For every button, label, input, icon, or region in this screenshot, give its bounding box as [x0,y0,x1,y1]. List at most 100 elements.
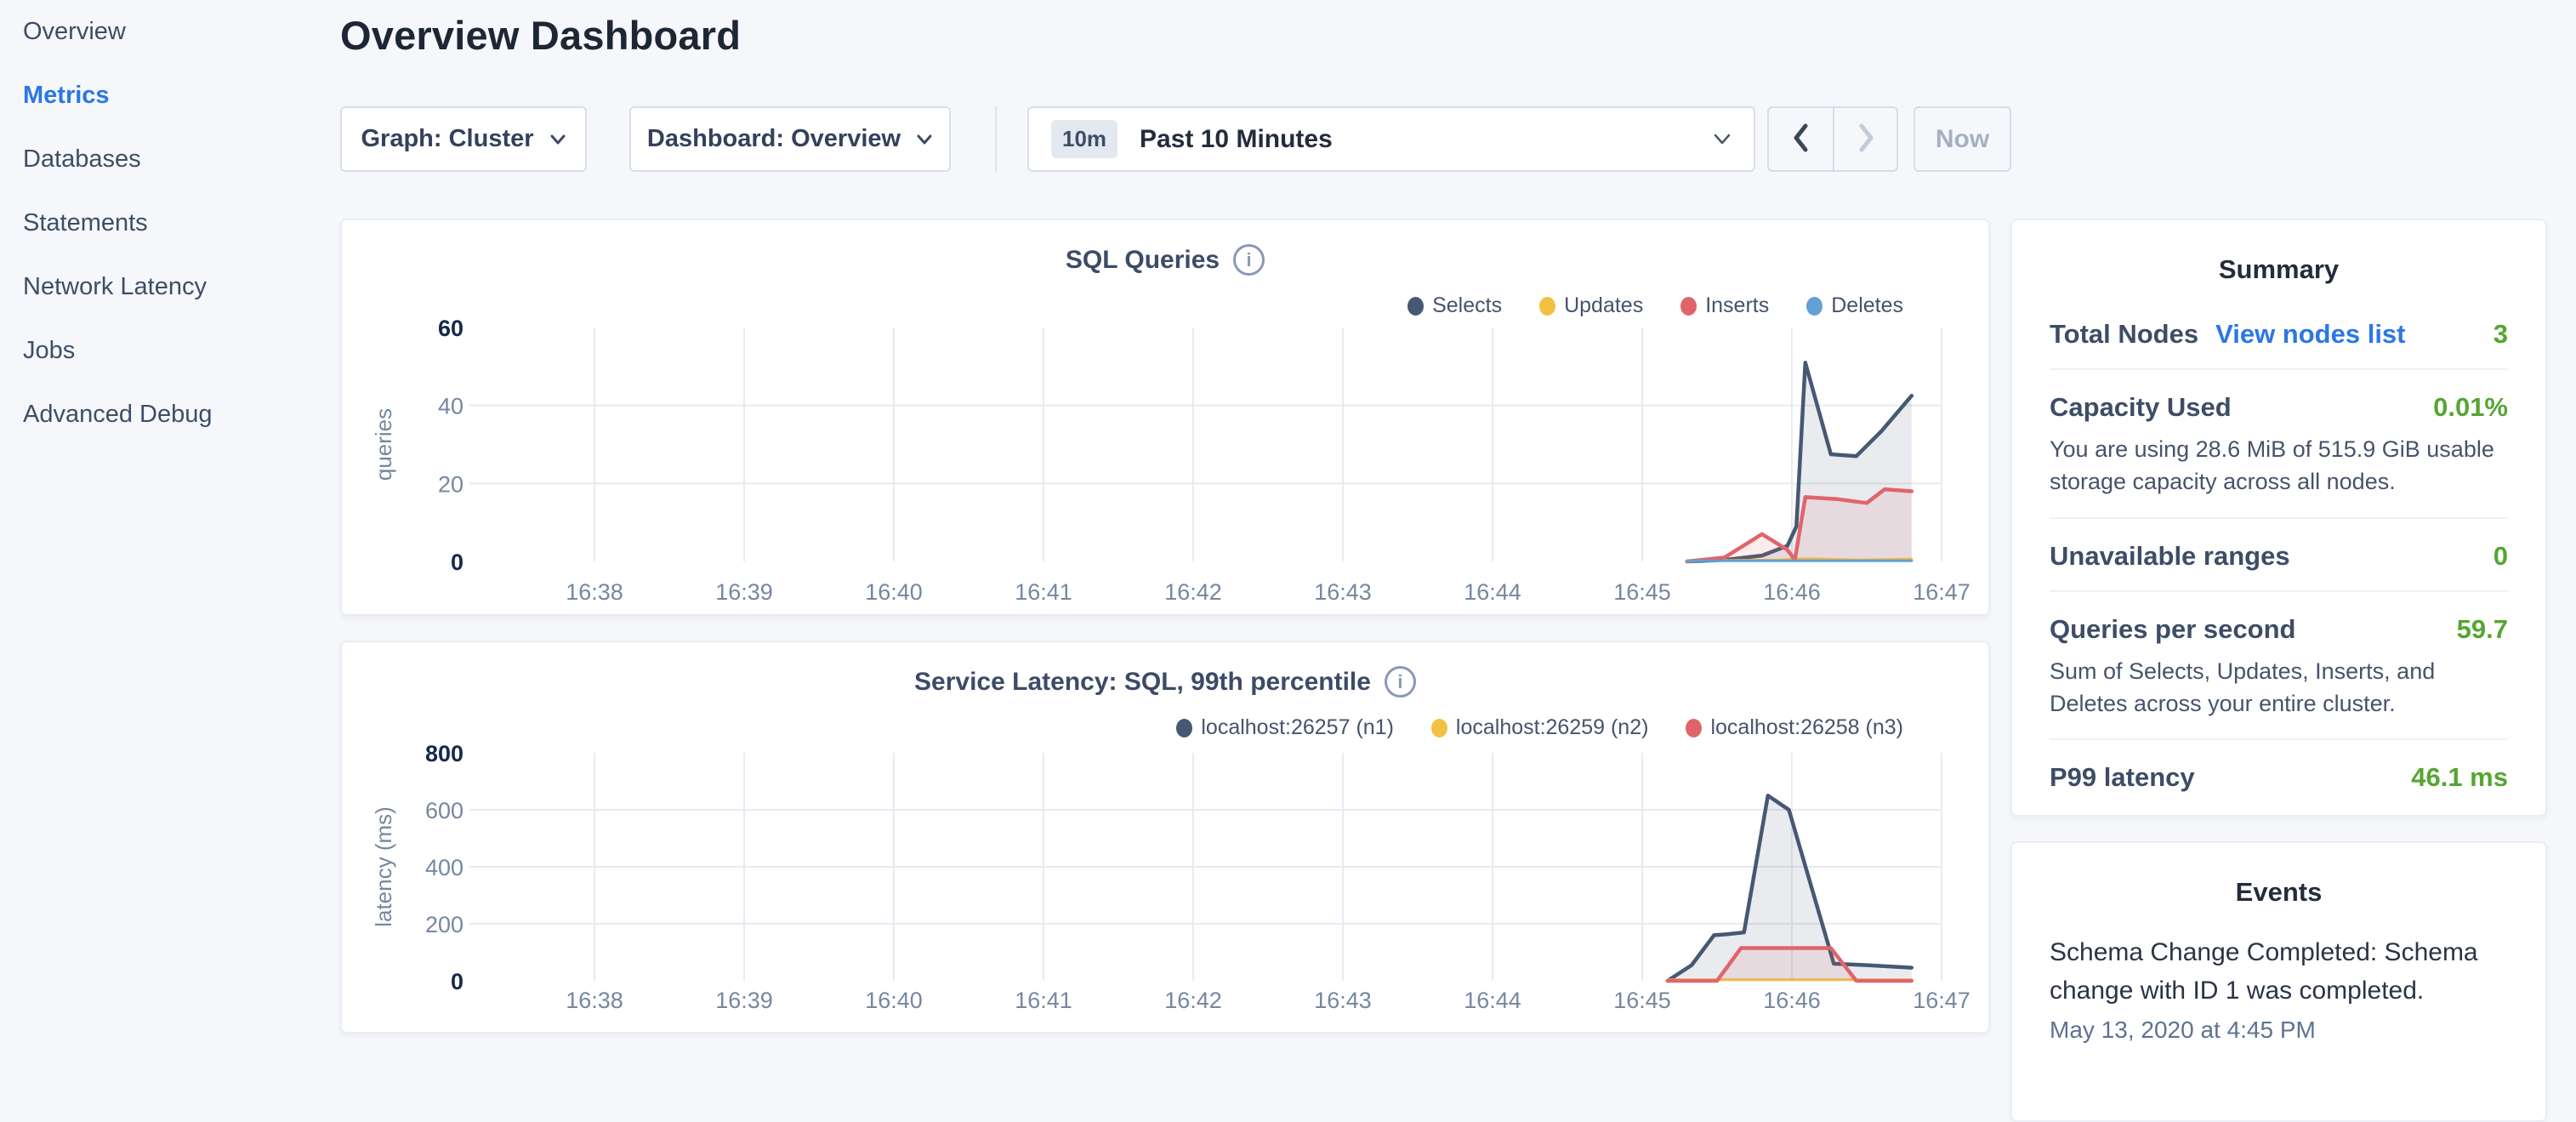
svg-text:16:39: 16:39 [715,988,773,1013]
toolbar-divider [995,106,997,172]
time-range-dropdown[interactable]: 10m Past 10 Minutes [1027,106,1755,172]
event-text: Schema Change Completed: Schema change w… [2050,933,2508,1010]
legend-dot [1686,719,1702,738]
y-axis-title: queries [371,408,396,481]
svg-text:0: 0 [451,550,463,575]
legend-dot [1806,297,1823,316]
next-time-button[interactable] [1833,108,1896,170]
svg-text:20: 20 [438,471,463,497]
summary-row-value: 46.1 ms [2411,762,2508,793]
summary-rows: Total Nodes View nodes list 3 Capacity Used… [2050,297,2508,812]
prev-time-button[interactable] [1769,108,1833,170]
sidebar-item-advanced-debug[interactable]: Advanced Debug [0,383,340,447]
legend-label: Inserts [1705,293,1769,318]
legend-label: localhost:26259 (n2) [1456,715,1649,740]
svg-text:60: 60 [438,316,463,341]
svg-text:800: 800 [425,741,463,766]
time-range-label: Past 10 Minutes [1140,125,1333,154]
legend-item-localhost-26258-n3: localhost:26258 (n3) [1686,715,1903,740]
svg-text:200: 200 [425,912,463,937]
summary-row-value: 59.7 [2457,614,2508,645]
legend-label: localhost:26257 (n1) [1201,715,1394,740]
summary-row-unavailable-ranges: Unavailable ranges0 [2050,519,2508,592]
svg-text:16:43: 16:43 [1314,579,1372,605]
time-step-buttons [1767,106,1898,172]
chart-title: SQL Queries [1066,246,1220,275]
svg-text:16:42: 16:42 [1164,579,1222,605]
summary-row-capacity-used: Capacity Used 0.01% You are using 28.6 MiB… [2050,370,2508,519]
summary-row-label: Total Nodes [2050,319,2198,350]
summary-row-value: 0.01% [2433,392,2508,423]
event-timestamp: May 13, 2020 at 4:45 PM [2050,1017,2508,1044]
y-axis-title: latency (ms) [371,806,396,927]
page-title: Overview Dashboard [340,12,741,59]
svg-text:16:42: 16:42 [1164,988,1222,1013]
svg-text:16:38: 16:38 [566,988,623,1013]
summary-row-value: 3 [2494,319,2508,350]
svg-text:16:45: 16:45 [1613,988,1671,1013]
y-axis-labels: 0 200 400 600 800 [425,741,463,994]
sql-queries-chart[interactable]: 0204060queries16:3816:3916:4016:4116:421… [342,220,1988,614]
sidebar-item-jobs[interactable]: Jobs [0,319,340,383]
chevron-down-icon [549,134,566,145]
events-title: Events [2050,843,2508,908]
legend-item-localhost-26257-n1: localhost:26257 (n1) [1176,715,1394,740]
chevron-right-icon [1854,120,1878,158]
svg-text:16:40: 16:40 [865,988,923,1013]
svg-text:16:47: 16:47 [1913,579,1970,605]
event-item[interactable]: Schema Change Completed: Schema change w… [2050,933,2508,1044]
legend-label: Updates [1564,293,1643,318]
legend-item-updates: Updates [1539,293,1643,318]
svg-text:16:47: 16:47 [1913,988,1970,1013]
svg-text:400: 400 [425,855,463,880]
svg-text:16:45: 16:45 [1613,579,1671,605]
legend-dot [1176,719,1192,738]
sidebar: OverviewMetricsDatabasesStatementsNetwor… [0,0,340,1051]
svg-text:16:44: 16:44 [1464,579,1521,605]
legend-dot [1539,297,1555,316]
svg-text:40: 40 [438,394,463,419]
toolbar: Graph: Cluster Dashboard: Overview 10m P… [340,106,2011,172]
summary-title: Summary [2050,220,2508,285]
legend-label: Deletes [1831,293,1903,318]
service-latency-chart[interactable]: 0 200 400 600 800 latency (ms) 16:38 16:39 16:40… [342,642,1988,1032]
sidebar-item-statements[interactable]: Statements [0,191,340,255]
svg-text:16:41: 16:41 [1015,579,1072,605]
svg-text:0: 0 [451,969,463,994]
svg-text:600: 600 [425,798,463,823]
info-icon[interactable]: i [1233,244,1265,276]
legend-item-inserts: Inserts [1680,293,1769,318]
legend-label: localhost:26258 (n3) [1710,715,1903,740]
legend-dot [1407,297,1424,316]
summary-row-label: Queries per second [2050,614,2295,645]
summary-row-label: P99 latency [2050,762,2195,793]
svg-text:16:41: 16:41 [1015,988,1072,1013]
chart-header: SQL Queries i [342,244,1988,276]
summary-row-description: You are using 28.6 MiB of 515.9 GiB usab… [2050,433,2508,498]
dashboard-dropdown[interactable]: Dashboard: Overview [629,106,951,172]
chart-legend: localhost:26257 (n1) localhost:26259 (n2)… [1176,715,1903,740]
info-icon[interactable]: i [1385,666,1416,698]
svg-text:16:46: 16:46 [1763,988,1821,1013]
chart-legend: Selects Updates Inserts Deletes [1407,293,1903,318]
svg-text:16:43: 16:43 [1314,988,1372,1013]
events-list: Schema Change Completed: Schema change w… [2050,933,2508,1044]
summary-panel: Summary Total Nodes View nodes list 3 Capac… [2010,219,2547,817]
view-nodes-list-link[interactable]: View nodes list [2215,319,2405,350]
sidebar-item-databases[interactable]: Databases [0,128,340,191]
legend-item-selects: Selects [1407,293,1502,318]
sidebar-item-network-latency[interactable]: Network Latency [0,255,340,319]
graph-dropdown-label: Graph: Cluster [361,125,533,153]
summary-row-p99-latency: P99 latency 46.1 ms [2050,740,2508,812]
now-button[interactable]: Now [1914,106,2011,172]
summary-row-label: Capacity Used [2050,392,2232,423]
events-panel: Events Schema Change Completed: Schema c… [2010,841,2547,1122]
svg-text:16:46: 16:46 [1763,579,1821,605]
graph-dropdown[interactable]: Graph: Cluster [340,106,587,172]
chevron-down-icon [916,134,933,145]
y-axis-labels: 0 20 40 60 [438,316,463,575]
legend-item-localhost-26259-n2: localhost:26259 (n2) [1431,715,1649,740]
legend-dot [1680,297,1697,316]
sidebar-item-metrics[interactable]: Metrics [0,64,340,128]
sidebar-item-overview[interactable]: Overview [0,0,340,64]
